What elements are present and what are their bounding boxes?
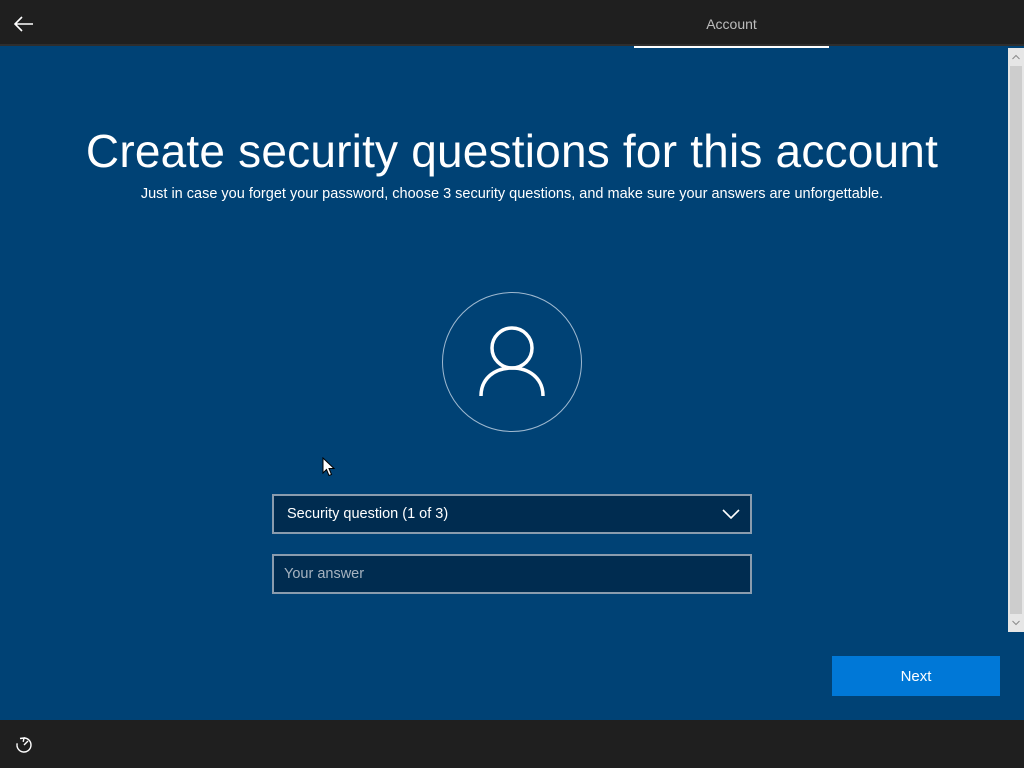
next-button[interactable]: Next <box>832 656 1000 696</box>
security-question-select[interactable]: Security question (1 of 3) <box>272 494 752 534</box>
top-bar: Account <box>0 0 1024 48</box>
answer-input[interactable] <box>272 554 752 594</box>
chevron-down-small-icon <box>1012 620 1020 626</box>
scroll-down-button[interactable] <box>1008 616 1024 630</box>
scroll-up-button[interactable] <box>1008 50 1024 64</box>
tab-account-label: Account <box>706 16 757 32</box>
page-subtitle: Just in case you forget your password, c… <box>140 186 884 202</box>
chevron-down-icon <box>722 506 740 522</box>
back-button[interactable] <box>8 8 40 40</box>
oobe-account-page: Account Create security questions for th… <box>0 0 1024 768</box>
mouse-cursor-icon <box>322 456 336 482</box>
avatar <box>442 292 582 432</box>
chevron-up-icon <box>1012 54 1020 60</box>
tab-active-indicator <box>634 46 829 48</box>
page-title: Create security questions for this accou… <box>85 125 939 177</box>
security-question-selected-value: Security question (1 of 3) <box>287 506 449 522</box>
arrow-left-icon <box>14 16 33 32</box>
bottom-bar <box>0 720 1024 768</box>
user-icon <box>479 326 545 397</box>
ease-of-access-icon <box>16 737 32 753</box>
tab-account: Account <box>634 0 829 48</box>
accessibility-button[interactable] <box>12 733 36 757</box>
